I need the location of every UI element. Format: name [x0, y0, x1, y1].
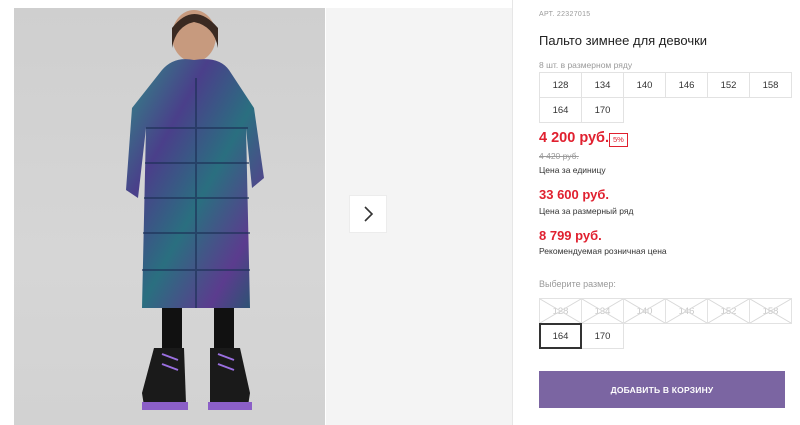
size-range-item: 164 [539, 97, 582, 123]
size-option-disabled: 152 [707, 298, 750, 324]
size-picker: 128 134 140 146 152 158 164 170 [539, 298, 792, 349]
retail-price-label: Рекомендуемая розничная цена [539, 246, 667, 256]
product-gallery [0, 0, 512, 425]
cross-out-icon [666, 299, 707, 323]
article-label: АРТ. [539, 11, 555, 18]
size-option-selected[interactable]: 164 [539, 323, 582, 349]
gallery-next-button[interactable] [349, 195, 387, 233]
size-option-disabled: 158 [749, 298, 792, 324]
article-value: 22327015 [556, 11, 591, 18]
range-price: 33 600 руб. [539, 187, 610, 202]
unit-price-label: Цена за единицу [539, 165, 606, 175]
size-option-disabled: 140 [623, 298, 666, 324]
article-number: АРТ. 22327015 [539, 11, 590, 18]
size-option-disabled: 146 [665, 298, 708, 324]
product-photo[interactable] [14, 8, 325, 425]
panel-divider [512, 0, 513, 425]
cross-out-icon [540, 299, 581, 323]
size-option-disabled: 128 [539, 298, 582, 324]
size-option-disabled: 134 [581, 298, 624, 324]
range-price-label: Цена за размерный ряд [539, 206, 634, 216]
cross-out-icon [624, 299, 665, 323]
size-option[interactable]: 170 [581, 323, 624, 349]
size-picker-label: Выберите размер: [539, 279, 616, 289]
cross-out-icon [582, 299, 623, 323]
product-photo-illustration [126, 10, 264, 410]
size-range-item: 146 [665, 72, 708, 98]
chevron-right-icon [364, 206, 374, 222]
size-range-item: 152 [707, 72, 750, 98]
retail-price: 8 799 руб. [539, 228, 602, 243]
add-to-cart-button[interactable]: ДОБАВИТЬ В КОРЗИНУ [539, 371, 785, 408]
product-title: Пальто зимнее для девочки [539, 33, 708, 48]
unit-price: 4 200 руб. [539, 130, 610, 146]
size-range-item: 128 [539, 72, 582, 98]
size-count-text: 8 шт. в размерном ряду [539, 60, 633, 70]
cross-out-icon [708, 299, 749, 323]
old-price: 4 420 руб. [539, 151, 579, 161]
discount-badge: 5% [609, 133, 628, 147]
size-range-grid: 128 134 140 146 152 158 164 170 [539, 72, 792, 123]
cross-out-icon [750, 299, 791, 323]
size-range-item: 158 [749, 72, 792, 98]
size-range-item: 170 [581, 97, 624, 123]
size-range-item: 140 [623, 72, 666, 98]
size-range-item: 134 [581, 72, 624, 98]
